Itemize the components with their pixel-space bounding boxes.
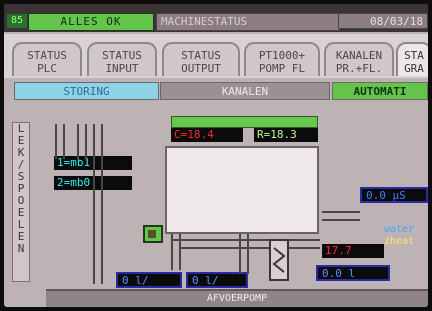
tab-status-output[interactable]: STATUS OUTPUT xyxy=(162,42,240,76)
subtab-kanalen[interactable]: KANALEN xyxy=(160,82,330,100)
c-value: C=18.4 xyxy=(171,128,243,142)
left-rail: L E K / S P O E L E N xyxy=(12,122,30,282)
tab-label: PT1000+ POMP FL xyxy=(258,49,306,75)
bottom-label: AFVOERPOMP xyxy=(206,293,268,304)
tab-label: KANALEN PR.+FL. xyxy=(335,49,383,75)
tab-label: STA GRA xyxy=(404,49,424,75)
flow-value-1: 0 l/ xyxy=(116,272,182,288)
water-label: water xyxy=(384,224,415,235)
tab-label: STATUS INPUT xyxy=(102,49,142,75)
status-indicator: ALLES OK xyxy=(28,13,154,31)
tab-status-input[interactable]: STATUS INPUT xyxy=(87,42,157,76)
r-value: R=18.3 xyxy=(254,128,318,142)
status-code: 85 xyxy=(7,14,27,28)
temp-value: 17.7 xyxy=(322,244,384,258)
flow-value-2: 0 l/ xyxy=(186,272,248,288)
bottom-bar: AFVOERPOMP xyxy=(46,289,428,307)
level-indicator-bar xyxy=(171,116,318,128)
tab-label: STATUS OUTPUT xyxy=(181,49,221,75)
page-title: MACHINESTATUS xyxy=(156,13,340,31)
mb1-label: 1=mb1 xyxy=(54,156,132,170)
hmi-screen: 85 ALLES OK MACHINESTATUS 08/03/18 STATU… xyxy=(4,4,428,307)
tab-bar: STATUS PLC STATUS INPUT STATUS OUTPUT PT… xyxy=(4,34,428,78)
tab-label: STATUS PLC xyxy=(27,49,67,75)
mb0-label: 2=mb0 xyxy=(54,176,132,190)
subtab-automatic[interactable]: AUTOMATI xyxy=(332,82,428,100)
flow-value-3: 0.0 l xyxy=(316,265,390,281)
tab-status-grafiek[interactable]: STA GRA xyxy=(396,42,428,76)
subtab-storing[interactable]: STORING xyxy=(14,82,159,100)
tab-pt1000-pomp-fl[interactable]: PT1000+ POMP FL xyxy=(244,42,320,76)
tab-status-plc[interactable]: STATUS PLC xyxy=(12,42,82,76)
left-rail-text: L E K / S P O E L E N xyxy=(13,123,29,255)
left-rail-char: N xyxy=(17,242,25,255)
tab-kanalen-pr-fl[interactable]: KANALEN PR.+FL. xyxy=(324,42,394,76)
conductivity-value: 0.0 µS xyxy=(360,187,428,203)
tank xyxy=(165,146,319,234)
date-display: 08/03/18 xyxy=(338,13,428,29)
status-header: 85 ALLES OK MACHINESTATUS 08/03/18 xyxy=(4,4,428,32)
heat-label: zheat xyxy=(384,236,415,247)
